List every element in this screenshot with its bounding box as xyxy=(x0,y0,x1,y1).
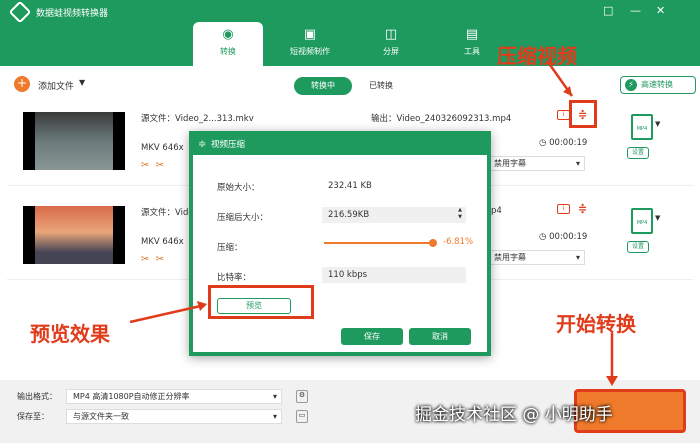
annotation-arrows xyxy=(129,61,618,386)
watermark: 掘金技术社区 @ 小明助手 xyxy=(415,405,613,425)
